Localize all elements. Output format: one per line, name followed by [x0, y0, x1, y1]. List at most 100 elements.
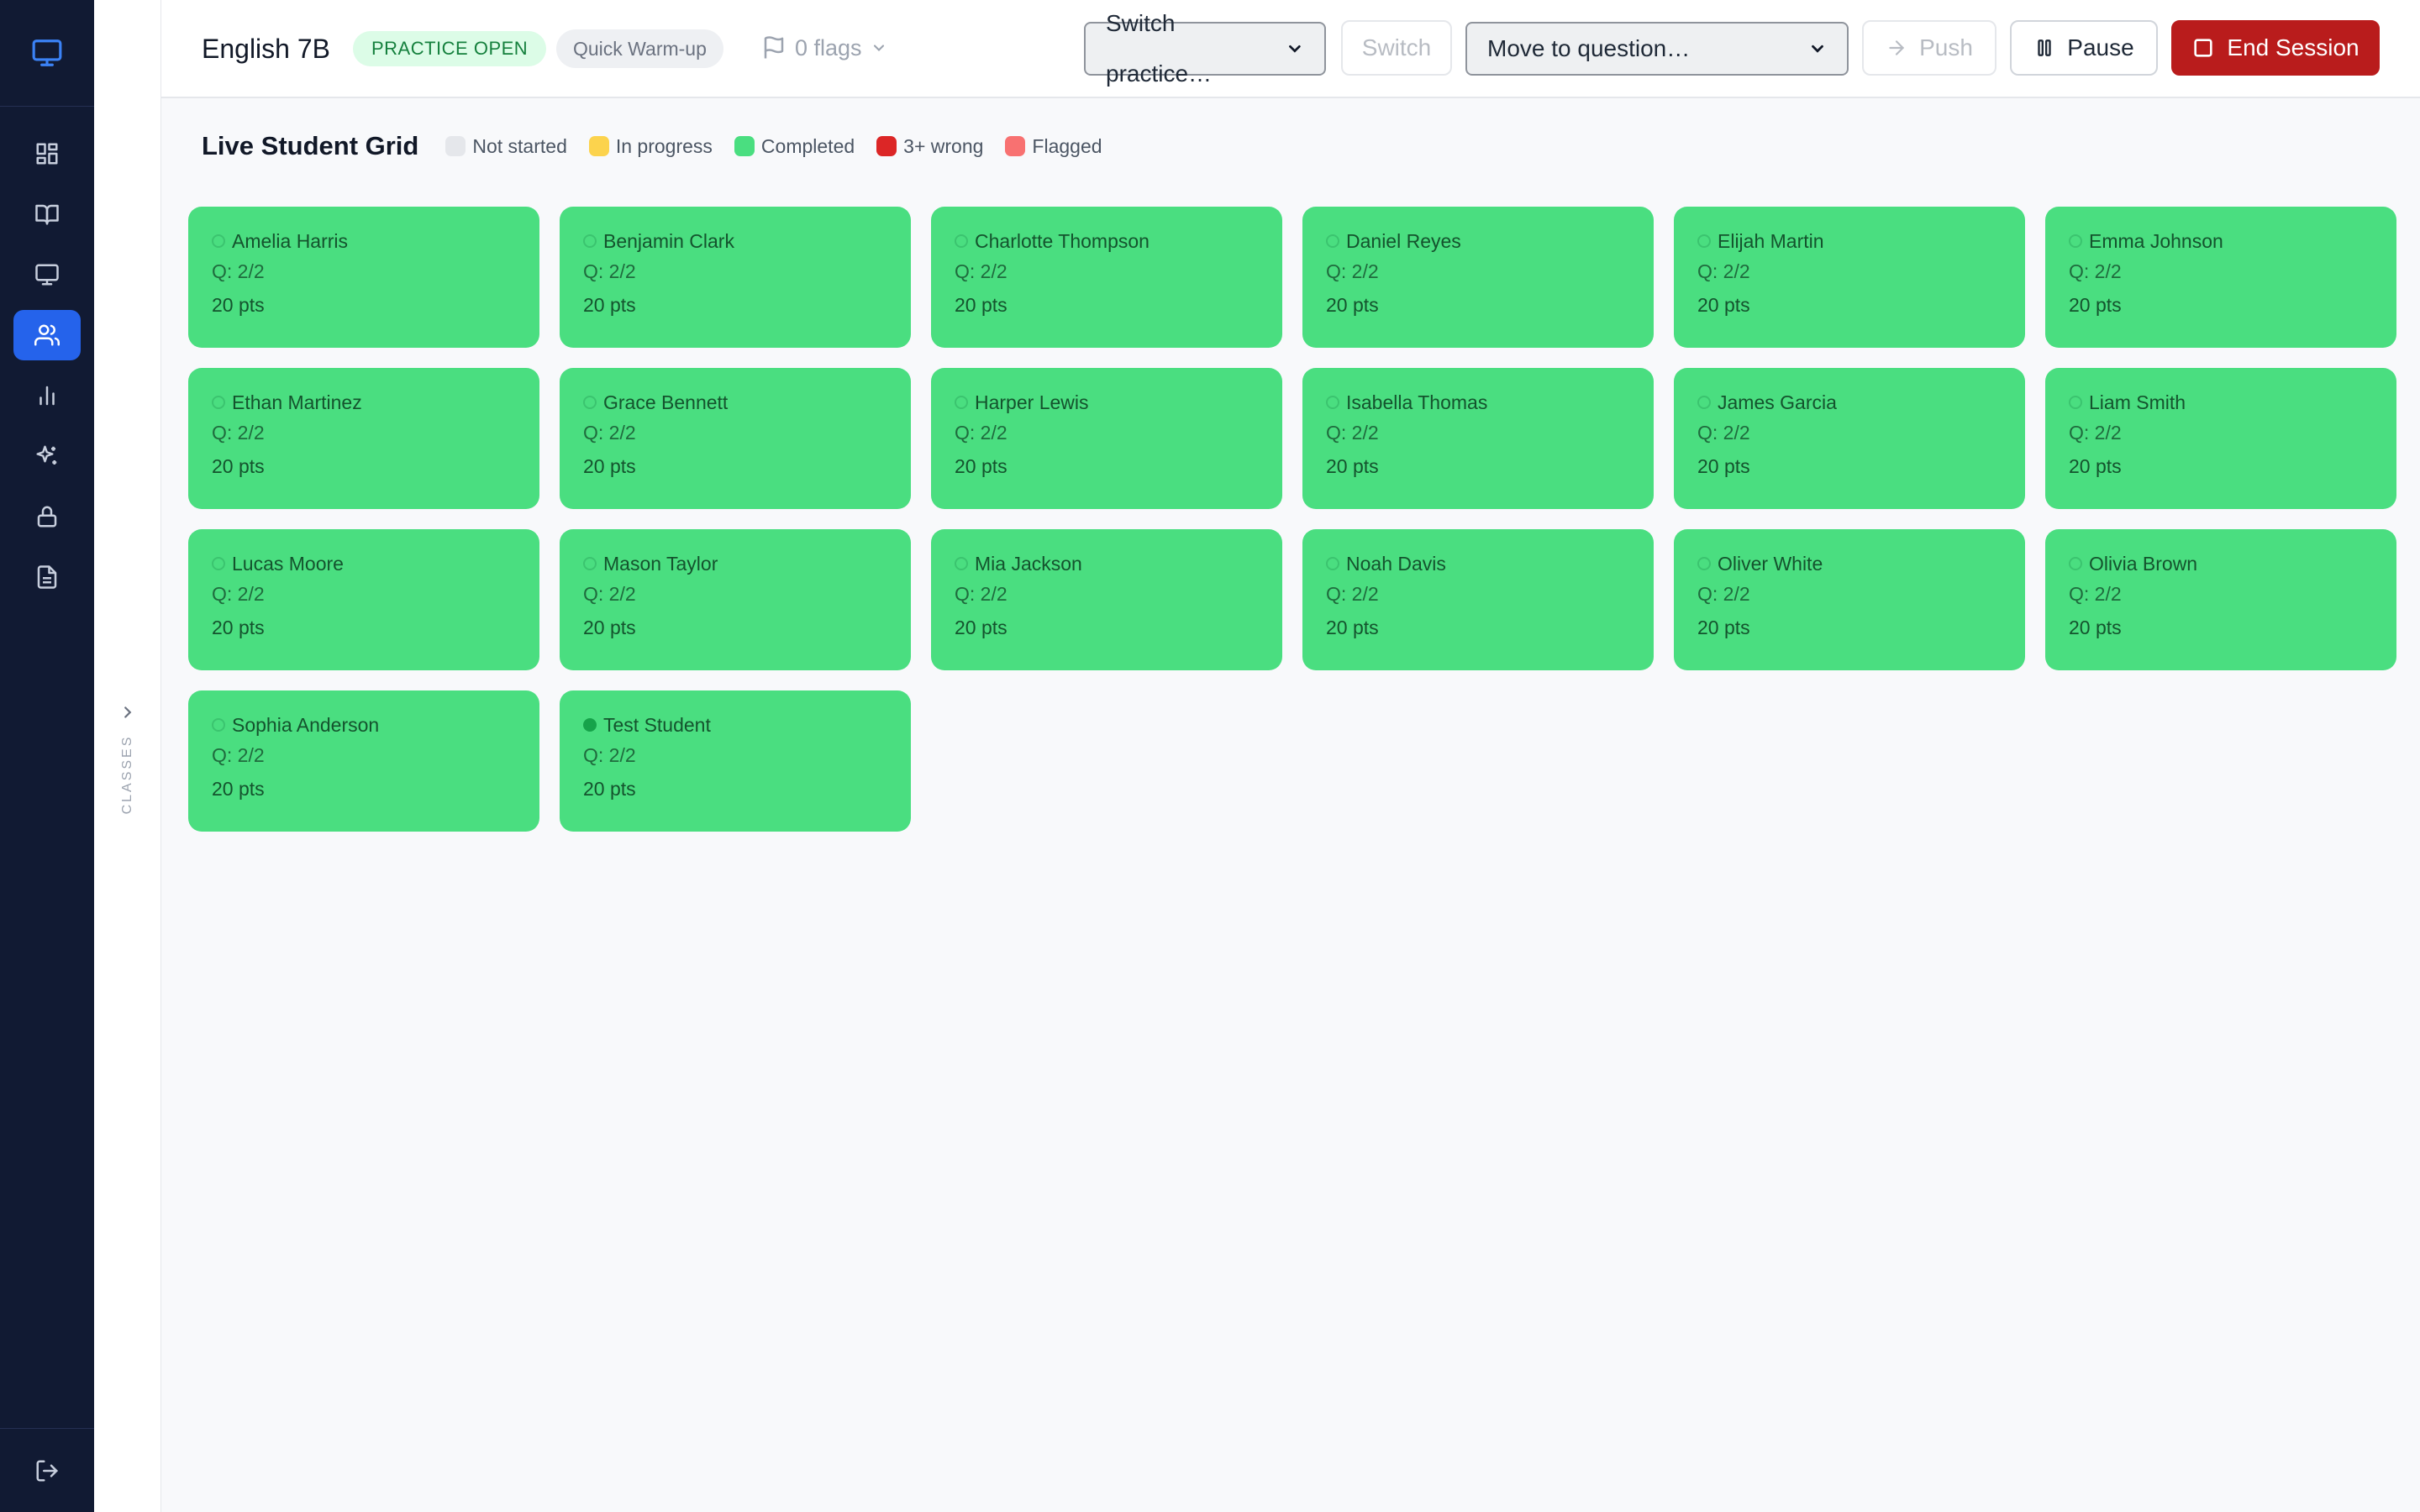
- status-legend: Not started In progress Completed 3+ wro…: [445, 135, 1102, 158]
- student-card[interactable]: Oliver White Q: 2/2 20 pts: [1674, 529, 2025, 670]
- student-name-row: Olivia Brown: [2069, 551, 2396, 576]
- student-name-row: Daniel Reyes: [1326, 228, 1654, 254]
- push-button-label: Push: [1919, 34, 1973, 60]
- legend-swatch: [876, 136, 897, 156]
- student-card[interactable]: Isabella Thomas Q: 2/2 20 pts: [1302, 368, 1654, 509]
- student-card[interactable]: Charlotte Thompson Q: 2/2 20 pts: [931, 207, 1282, 348]
- student-points: 20 pts: [955, 617, 1007, 638]
- student-name: Benjamin Clark: [603, 230, 734, 252]
- presence-dot-icon: [1697, 557, 1711, 570]
- move-to-question-value: Move to question…: [1487, 35, 1691, 61]
- student-card[interactable]: Mason Taylor Q: 2/2 20 pts: [560, 529, 911, 670]
- lock-icon: [37, 506, 57, 528]
- student-question-progress: Q: 2/2: [955, 583, 1007, 605]
- student-points: 20 pts: [1697, 617, 1750, 638]
- session-topbar: English 7B PRACTICE OPEN Quick Warm-up 0…: [161, 0, 2420, 98]
- student-name-row: Mia Jackson: [955, 551, 1282, 576]
- presence-dot-icon: [583, 234, 597, 248]
- nav-dashboard[interactable]: [13, 129, 81, 179]
- student-question-progress: Q: 2/2: [955, 260, 1007, 282]
- nav-ai[interactable]: [13, 431, 81, 481]
- flags-dropdown[interactable]: 0 flags: [761, 30, 887, 66]
- student-card[interactable]: Emma Johnson Q: 2/2 20 pts: [2045, 207, 2396, 348]
- student-points: 20 pts: [2069, 617, 2122, 638]
- legend-swatch: [588, 136, 609, 156]
- users-icon: [34, 324, 60, 346]
- legend-item: In progress: [588, 134, 713, 158]
- student-name: Charlotte Thompson: [975, 230, 1150, 252]
- student-card[interactable]: Elijah Martin Q: 2/2 20 pts: [1674, 207, 2025, 348]
- student-card[interactable]: Mia Jackson Q: 2/2 20 pts: [931, 529, 1282, 670]
- student-card[interactable]: Harper Lewis Q: 2/2 20 pts: [931, 368, 1282, 509]
- nav-security[interactable]: [13, 491, 81, 542]
- student-points: 20 pts: [955, 294, 1007, 316]
- presence-dot-icon: [1697, 396, 1711, 409]
- student-card[interactable]: Olivia Brown Q: 2/2 20 pts: [2045, 529, 2396, 670]
- nav-documents[interactable]: [13, 552, 81, 602]
- student-question-progress: Q: 2/2: [583, 422, 636, 444]
- student-name-row: Ethan Martinez: [212, 390, 539, 415]
- move-to-question-select[interactable]: Move to question…: [1465, 22, 1849, 76]
- pause-button[interactable]: Pause: [2010, 20, 2158, 76]
- presence-dot-icon: [955, 396, 968, 409]
- legend-label: Not started: [472, 134, 567, 157]
- student-card[interactable]: Lucas Moore Q: 2/2 20 pts: [188, 529, 539, 670]
- presence-dot-icon: [212, 718, 225, 732]
- student-card[interactable]: Test Student Q: 2/2 20 pts: [560, 690, 911, 832]
- grid-header: Live Student Grid Not started In progres…: [202, 124, 1102, 168]
- presence-dot-icon: [2069, 557, 2082, 570]
- student-card[interactable]: Benjamin Clark Q: 2/2 20 pts: [560, 207, 911, 348]
- student-name: Sophia Anderson: [232, 714, 380, 736]
- grid-title: Live Student Grid: [202, 131, 419, 160]
- nav-present[interactable]: [13, 249, 81, 300]
- student-card[interactable]: Liam Smith Q: 2/2 20 pts: [2045, 368, 2396, 509]
- student-card[interactable]: Sophia Anderson Q: 2/2 20 pts: [188, 690, 539, 832]
- legend-swatch: [445, 136, 466, 156]
- student-name-row: Noah Davis: [1326, 551, 1654, 576]
- legend-label: In progress: [615, 134, 713, 157]
- student-card[interactable]: Ethan Martinez Q: 2/2 20 pts: [188, 368, 539, 509]
- app-logo[interactable]: [0, 0, 94, 107]
- end-session-button[interactable]: End Session: [2171, 20, 2380, 76]
- student-card[interactable]: Daniel Reyes Q: 2/2 20 pts: [1302, 207, 1654, 348]
- student-question-progress: Q: 2/2: [1697, 583, 1750, 605]
- student-name: Grace Bennett: [603, 391, 729, 413]
- student-name-row: Emma Johnson: [2069, 228, 2396, 254]
- nav-library[interactable]: [13, 189, 81, 239]
- classes-panel-label: CLASSES: [120, 734, 134, 815]
- student-points: 20 pts: [1697, 294, 1750, 316]
- pause-icon: [2038, 39, 2051, 56]
- push-button[interactable]: Push: [1862, 20, 1996, 76]
- legend-swatch: [1005, 136, 1026, 156]
- student-points: 20 pts: [1326, 617, 1379, 638]
- student-name-row: Test Student: [583, 712, 911, 738]
- student-card[interactable]: Noah Davis Q: 2/2 20 pts: [1302, 529, 1654, 670]
- student-name: Noah Davis: [1346, 553, 1446, 575]
- nav-reports[interactable]: [13, 370, 81, 421]
- presence-dot-icon: [212, 396, 225, 409]
- student-name-row: Harper Lewis: [955, 390, 1282, 415]
- student-points: 20 pts: [212, 294, 265, 316]
- end-session-label: End Session: [2227, 34, 2360, 60]
- student-name: Oliver White: [1718, 553, 1823, 575]
- switch-practice-select[interactable]: Switch practice…: [1084, 10, 1326, 87]
- student-name-row: Liam Smith: [2069, 390, 2396, 415]
- student-points: 20 pts: [583, 294, 636, 316]
- student-card[interactable]: James Garcia Q: 2/2 20 pts: [1674, 368, 2025, 509]
- switch-button[interactable]: Switch: [1341, 20, 1452, 76]
- presence-dot-icon: [583, 557, 597, 570]
- nav-classes[interactable]: [13, 310, 81, 360]
- student-card[interactable]: Amelia Harris Q: 2/2 20 pts: [188, 207, 539, 348]
- student-card[interactable]: Grace Bennett Q: 2/2 20 pts: [560, 368, 911, 509]
- student-points: 20 pts: [583, 778, 636, 800]
- student-name: Harper Lewis: [975, 391, 1089, 413]
- bar-chart-icon: [39, 386, 55, 406]
- student-question-progress: Q: 2/2: [1697, 422, 1750, 444]
- student-name: Amelia Harris: [232, 230, 349, 252]
- expand-classes-button[interactable]: [94, 696, 161, 729]
- student-name-row: Sophia Anderson: [212, 712, 539, 738]
- logout-button[interactable]: [0, 1428, 94, 1512]
- student-question-progress: Q: 2/2: [583, 260, 636, 282]
- student-points: 20 pts: [212, 617, 265, 638]
- student-name-row: Amelia Harris: [212, 228, 539, 254]
